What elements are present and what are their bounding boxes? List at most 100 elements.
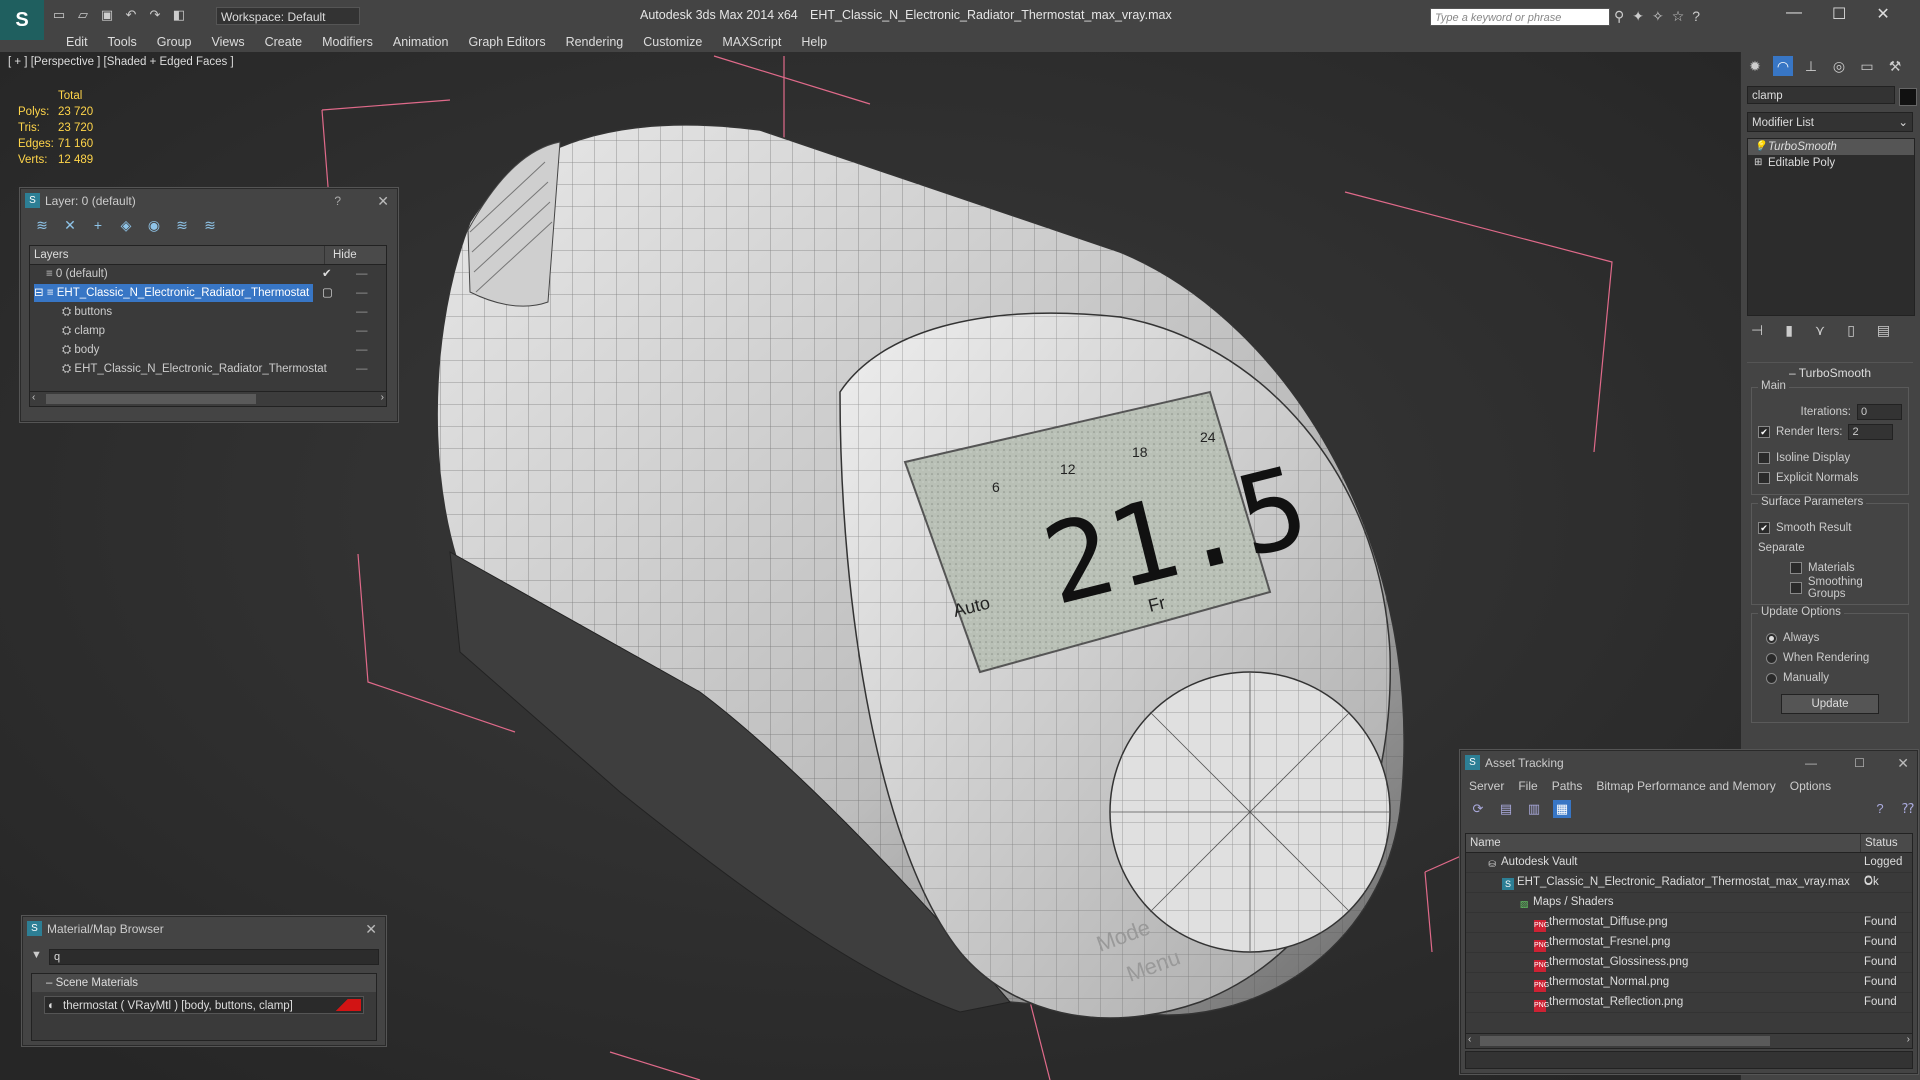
update-always-radio[interactable]	[1766, 632, 1777, 644]
isoline-checkbox[interactable]	[1758, 452, 1770, 464]
modify-tab-icon[interactable]: ◠	[1773, 56, 1793, 76]
motion-tab-icon[interactable]: ◎	[1829, 56, 1849, 76]
remove-modifier-icon[interactable]: ▯	[1847, 322, 1855, 339]
table-row[interactable]: PNGthermostat_Fresnel.png Found	[1466, 933, 1912, 953]
table-row[interactable]: PNGthermostat_Reflection.png Found	[1466, 993, 1912, 1013]
list-view-icon[interactable]: ▤	[1497, 800, 1515, 818]
freeze-all-icon[interactable]: ≋	[201, 216, 219, 234]
delete-layer-icon[interactable]: ✕	[61, 216, 79, 234]
table-view-icon[interactable]: ▦	[1553, 800, 1571, 818]
hide-toggle[interactable]: —	[356, 284, 368, 303]
menu-help[interactable]: Help	[791, 32, 837, 52]
menu-views[interactable]: Views	[201, 32, 254, 52]
modifier-list-dropdown[interactable]: Modifier List ⌄	[1747, 112, 1913, 132]
layer-row[interactable]: ≡ 0 (default) ✔ —	[30, 265, 386, 284]
favorites-star-icon[interactable]: ☆	[1672, 8, 1685, 25]
update-manually-radio[interactable]	[1766, 672, 1777, 684]
stack-item-turbosmooth[interactable]: 💡 TurboSmooth	[1748, 139, 1914, 155]
undo-icon[interactable]: ↶	[122, 6, 140, 24]
configure-sets-icon[interactable]: ▤	[1877, 322, 1890, 339]
current-layer-check-icon[interactable]: ✔	[322, 265, 332, 284]
menu-bitmap-performance[interactable]: Bitmap Performance and Memory	[1596, 775, 1775, 797]
materials-checkbox[interactable]	[1790, 562, 1802, 574]
lightbulb-icon[interactable]: 💡	[1754, 139, 1766, 155]
asset-tracking-titlebar[interactable]: S Asset Tracking — ☐ ✕	[1461, 751, 1917, 775]
redo-icon[interactable]: ↷	[146, 6, 164, 24]
layer-row[interactable]: ⛭ buttons —	[30, 303, 386, 322]
table-row[interactable]: ▨ Maps / Shaders	[1466, 893, 1912, 913]
utilities-tab-icon[interactable]: ⚒	[1885, 56, 1905, 76]
maximize-icon[interactable]: ☐	[1832, 4, 1846, 24]
menu-tools[interactable]: Tools	[98, 32, 147, 52]
menu-server[interactable]: Server	[1469, 775, 1504, 797]
tooltip-help-icon[interactable]: ⁇	[1899, 800, 1917, 818]
table-row[interactable]: PNGthermostat_Diffuse.png Found	[1466, 913, 1912, 933]
render-iters-checkbox[interactable]: ✔	[1758, 426, 1770, 438]
binoculars-icon[interactable]: ⚲	[1614, 8, 1624, 25]
hide-toggle[interactable]: —	[356, 303, 368, 322]
refresh-icon[interactable]: ⟳	[1469, 800, 1487, 818]
menu-options[interactable]: Options	[1790, 775, 1831, 797]
smoothing-groups-checkbox[interactable]	[1790, 582, 1802, 594]
communication-icon[interactable]: ✧	[1652, 8, 1664, 25]
select-objects-icon[interactable]: ◈	[117, 216, 135, 234]
iterations-spinner[interactable]: 0	[1857, 404, 1902, 420]
hide-toggle[interactable]: —	[356, 265, 368, 284]
pin-stack-icon[interactable]: ⊣	[1751, 322, 1763, 339]
scrollbar-thumb[interactable]	[46, 394, 256, 404]
help-search-input[interactable]: Type a keyword or phrase	[1430, 8, 1610, 26]
table-row[interactable]: S EHT_Classic_N_Electronic_Radiator_Therm…	[1466, 873, 1912, 893]
menu-edit[interactable]: Edit	[56, 32, 98, 52]
layer-row[interactable]: ⊟ ≡ EHT_Classic_N_Electronic_Radiator_Th…	[30, 284, 386, 303]
project-folder-icon[interactable]: ◧	[170, 6, 188, 24]
menu-modifiers[interactable]: Modifiers	[312, 32, 383, 52]
menu-file[interactable]: File	[1518, 775, 1537, 797]
stack-item-editable-poly[interactable]: ⊞ Editable Poly	[1748, 155, 1914, 171]
status-column-header[interactable]: Status	[1861, 834, 1898, 852]
layer-row[interactable]: ⛭ clamp —	[30, 322, 386, 341]
object-name-field[interactable]: clamp	[1747, 86, 1895, 104]
close-icon[interactable]: ✕	[377, 189, 389, 213]
create-tab-icon[interactable]: ✹	[1745, 56, 1765, 76]
help-icon[interactable]: ?	[1871, 800, 1889, 818]
menu-maxscript[interactable]: MAXScript	[712, 32, 791, 52]
highlight-layer-icon[interactable]: ◉	[145, 216, 163, 234]
material-item[interactable]: ◐ thermostat ( VRayMtl ) [body, buttons,…	[44, 996, 364, 1014]
smooth-result-checkbox[interactable]: ✔	[1758, 522, 1770, 534]
hide-toggle[interactable]: —	[356, 360, 368, 379]
menu-graph-editors[interactable]: Graph Editors	[458, 32, 555, 52]
hierarchy-tab-icon[interactable]: ⊥	[1801, 56, 1821, 76]
save-file-icon[interactable]: ▣	[98, 6, 116, 24]
new-file-icon[interactable]: ▭	[50, 6, 68, 24]
expand-plus-icon[interactable]: ⊞	[1754, 155, 1762, 171]
layer-row[interactable]: ⛭ body —	[30, 341, 386, 360]
minimize-icon[interactable]: —	[1786, 4, 1802, 24]
open-file-icon[interactable]: ▱	[74, 6, 92, 24]
scroll-left-icon[interactable]: ‹	[1468, 1034, 1471, 1045]
minimize-icon[interactable]: —	[1805, 751, 1817, 775]
app-logo-icon[interactable]: S	[0, 0, 44, 40]
close-icon[interactable]: ✕	[365, 917, 377, 941]
material-search-input[interactable]: q	[49, 949, 379, 965]
layer-horizontal-scrollbar[interactable]: ‹ ›	[30, 391, 386, 406]
browser-options-icon[interactable]: ▼	[31, 949, 42, 961]
close-icon[interactable]: ✕	[1876, 4, 1889, 24]
material-browser-titlebar[interactable]: S Material/Map Browser ✕	[23, 917, 385, 941]
layers-column-header[interactable]: Layers	[30, 246, 325, 264]
layer-help-button[interactable]: ?	[334, 189, 341, 213]
subscription-icon[interactable]: ✦	[1632, 8, 1644, 25]
menu-create[interactable]: Create	[255, 32, 313, 52]
current-layer-checkbox[interactable]: ▢	[322, 284, 333, 303]
menu-customize[interactable]: Customize	[633, 32, 712, 52]
table-row[interactable]: PNGthermostat_Glossiness.png Found	[1466, 953, 1912, 973]
table-row[interactable]: ⛁ Autodesk Vault Logged C	[1466, 853, 1912, 887]
object-color-swatch[interactable]	[1899, 88, 1917, 106]
name-column-header[interactable]: Name	[1466, 834, 1861, 852]
help-icon[interactable]: ?	[1692, 8, 1700, 25]
show-end-result-icon[interactable]: ▮	[1785, 322, 1793, 339]
scrollbar-thumb[interactable]	[1480, 1036, 1770, 1046]
tree-view-icon[interactable]: ▥	[1525, 800, 1543, 818]
scroll-left-icon[interactable]: ‹	[32, 392, 35, 403]
scroll-right-icon[interactable]: ›	[381, 392, 384, 403]
display-tab-icon[interactable]: ▭	[1857, 56, 1877, 76]
